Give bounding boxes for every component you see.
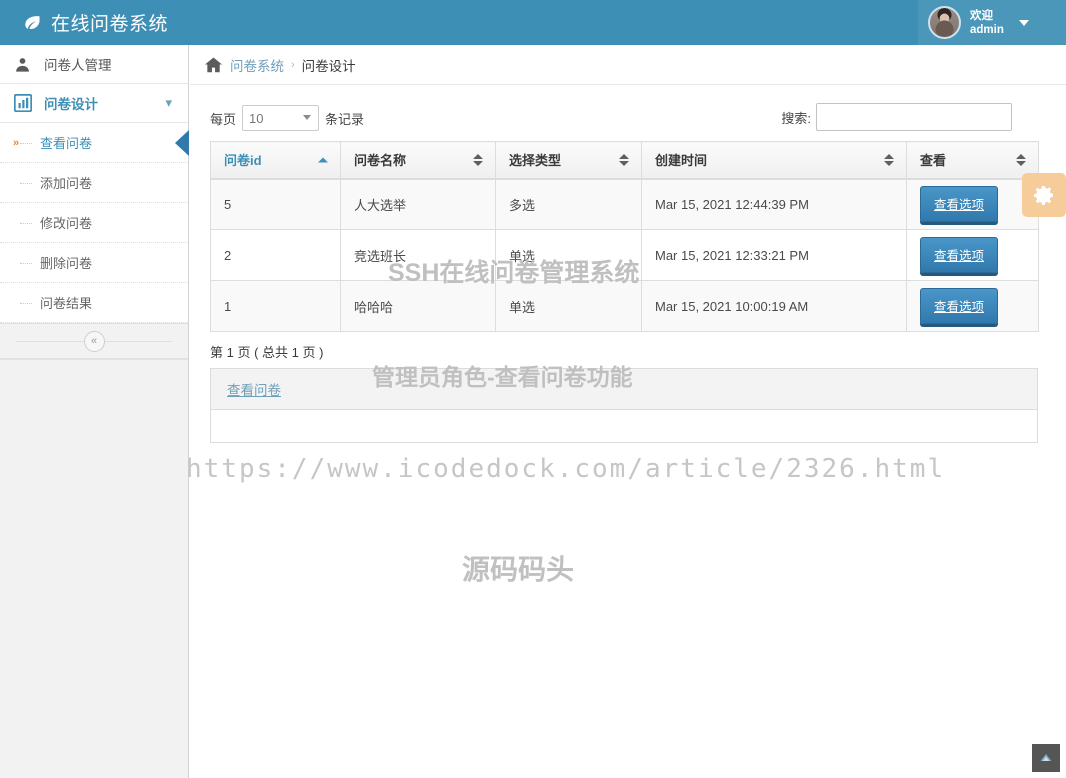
app-brand[interactable]: 在线问卷系统 <box>22 0 168 45</box>
page-length-prefix: 每页 <box>210 111 237 127</box>
table-header-row: 问卷id 问卷名称 选择类型 创建时间 查看 <box>210 141 1039 180</box>
settings-button[interactable] <box>1022 173 1066 217</box>
user-greeting: 欢迎 <box>970 9 993 22</box>
scroll-to-top-button[interactable] <box>1032 744 1060 772</box>
breadcrumb-separator-icon: › <box>291 58 295 71</box>
table-header-view[interactable]: 查看 <box>906 141 1039 180</box>
page-length-control: 每页 10 条记录 <box>210 105 364 131</box>
cell-survey-id: 1 <box>210 280 341 332</box>
table-row: 5 人大选举 多选 Mar 15, 2021 12:44:39 PM 查看选项 <box>210 178 1039 230</box>
view-options-button[interactable]: 查看选项 <box>920 288 999 324</box>
table-header-choice-type[interactable]: 选择类型 <box>495 141 642 180</box>
sort-icon <box>619 153 629 166</box>
breadcrumb-root[interactable]: 问卷系统 <box>230 55 284 75</box>
user-icon <box>14 56 36 73</box>
leaf-icon <box>25 15 40 29</box>
table-toolbar: 每页 10 条记录 搜索: <box>210 97 1038 139</box>
view-survey-panel-body <box>211 410 1037 442</box>
cell-view: 查看选项 <box>906 229 1039 281</box>
active-marker-icon: » <box>13 136 20 149</box>
search-label: 搜索: <box>781 110 811 126</box>
sort-ascending-icon <box>318 157 328 163</box>
cell-survey-name: 人大选举 <box>340 178 496 230</box>
column-label: 选择类型 <box>509 153 562 169</box>
active-pointer-icon <box>175 129 189 156</box>
sort-icon <box>473 153 483 166</box>
content-panel: 每页 10 条记录 搜索: 问卷id 问卷名称 选择类型 创建时间 查看 5 人… <box>190 85 1066 443</box>
caret-down-icon <box>1018 19 1029 26</box>
chevron-down-icon[interactable]: ▾ <box>165 95 172 111</box>
cell-choice-type: 单选 <box>495 280 642 332</box>
column-label: 查看 <box>920 153 947 169</box>
sort-icon <box>884 153 894 166</box>
table-header-survey-name[interactable]: 问卷名称 <box>340 141 496 180</box>
sort-icon <box>1016 153 1026 166</box>
table-header-created-time[interactable]: 创建时间 <box>641 141 907 180</box>
sidebar-subitem-label: 问卷结果 <box>40 296 93 311</box>
sidebar-submenu: » 查看问卷 添加问卷 修改问卷 删除问卷 问卷结果 <box>0 123 189 323</box>
main-content: 问卷系统 › 问卷设计 每页 10 条记录 搜索: 问卷id 问卷名称 选择类型… <box>190 45 1066 778</box>
sidebar-item-respondent-mgmt[interactable]: 问卷人管理 <box>0 45 188 84</box>
sidebar-item-view-survey[interactable]: » 查看问卷 <box>0 123 189 163</box>
top-bar: 在线问卷系统 欢迎 admin <box>0 0 1066 45</box>
sidebar-subitem-label: 删除问卷 <box>40 256 93 271</box>
sidebar-subitem-label: 修改问卷 <box>40 216 93 231</box>
avatar <box>928 6 961 39</box>
user-menu[interactable]: 欢迎 admin <box>918 0 1066 45</box>
column-label: 问卷id <box>224 153 262 169</box>
view-options-button[interactable]: 查看选项 <box>920 186 999 223</box>
page-length-suffix: 条记录 <box>325 111 365 127</box>
table-row: 1 哈哈哈 单选 Mar 15, 2021 10:00:19 AM 查看选项 <box>210 280 1039 332</box>
view-survey-panel: 查看问卷 <box>210 368 1038 443</box>
sidebar-nav: 问卷人管理 问卷设计 ▾ » 查看问卷 添加问卷 修改问卷 删除问卷 问卷结果 … <box>0 45 189 360</box>
cell-view: 查看选项 <box>906 178 1039 230</box>
sidebar-subitem-label: 添加问卷 <box>40 176 93 191</box>
table-header-survey-id[interactable]: 问卷id <box>210 141 341 180</box>
cell-choice-type: 多选 <box>495 178 642 230</box>
cell-choice-type: 单选 <box>495 229 642 281</box>
page-root: 在线问卷系统 欢迎 admin 问卷人管理 问卷设计 ▾ » 查看问卷 添加问卷… <box>0 0 1066 778</box>
cell-created-time: Mar 15, 2021 10:00:19 AM <box>641 280 907 332</box>
view-survey-link[interactable]: 查看问卷 <box>227 379 281 399</box>
table-row: 2 竞选班长 单选 Mar 15, 2021 12:33:21 PM 查看选项 <box>210 229 1039 281</box>
cell-survey-id: 2 <box>210 229 341 281</box>
survey-table: 问卷id 问卷名称 选择类型 创建时间 查看 5 人大选举 多选 Mar 15,… <box>210 141 1039 332</box>
view-options-button[interactable]: 查看选项 <box>920 237 999 273</box>
sidebar-collapse-row: « <box>0 323 188 359</box>
sidebar-item-delete-survey[interactable]: 删除问卷 <box>0 243 188 283</box>
home-icon[interactable] <box>204 56 223 73</box>
sidebar-item-edit-survey[interactable]: 修改问卷 <box>0 203 188 243</box>
sidebar-item-label: 问卷人管理 <box>44 58 112 73</box>
page-length-value: 10 <box>249 110 264 126</box>
chart-bar-icon <box>14 94 36 112</box>
gear-icon <box>1034 186 1053 205</box>
column-label: 创建时间 <box>655 153 708 169</box>
breadcrumb: 问卷系统 › 问卷设计 <box>190 45 1066 85</box>
arrow-up-icon <box>1040 754 1052 761</box>
view-survey-panel-header: 查看问卷 <box>211 369 1037 410</box>
sidebar-item-add-survey[interactable]: 添加问卷 <box>0 163 188 203</box>
user-name: admin <box>970 23 1004 36</box>
page-length-select[interactable]: 10 <box>242 105 320 131</box>
cell-view: 查看选项 <box>906 280 1039 332</box>
pagination-info: 第 1 页 ( 总共 1 页 ) <box>210 345 324 360</box>
cell-survey-name: 竞选班长 <box>340 229 496 281</box>
cell-created-time: Mar 15, 2021 12:44:39 PM <box>641 178 907 230</box>
user-info: 欢迎 admin <box>970 9 1004 37</box>
sidebar-subitem-label: 查看问卷 <box>40 136 93 151</box>
sidebar-item-label: 问卷设计 <box>44 97 98 112</box>
cell-survey-name: 哈哈哈 <box>340 280 496 332</box>
column-label: 问卷名称 <box>354 153 407 169</box>
search-control: 搜索: <box>781 103 1012 131</box>
cell-survey-id: 5 <box>210 178 341 230</box>
chevron-down-icon <box>303 115 312 120</box>
search-input[interactable] <box>816 103 1012 131</box>
sidebar-item-survey-design[interactable]: 问卷设计 ▾ <box>0 84 188 123</box>
cell-created-time: Mar 15, 2021 12:33:21 PM <box>641 229 907 281</box>
sidebar: 问卷人管理 问卷设计 ▾ » 查看问卷 添加问卷 修改问卷 删除问卷 问卷结果 … <box>0 45 189 778</box>
collapse-sidebar-button[interactable]: « <box>83 330 105 352</box>
app-title: 在线问卷系统 <box>51 14 169 35</box>
breadcrumb-current: 问卷设计 <box>301 58 356 74</box>
sidebar-item-survey-results[interactable]: 问卷结果 <box>0 283 188 323</box>
